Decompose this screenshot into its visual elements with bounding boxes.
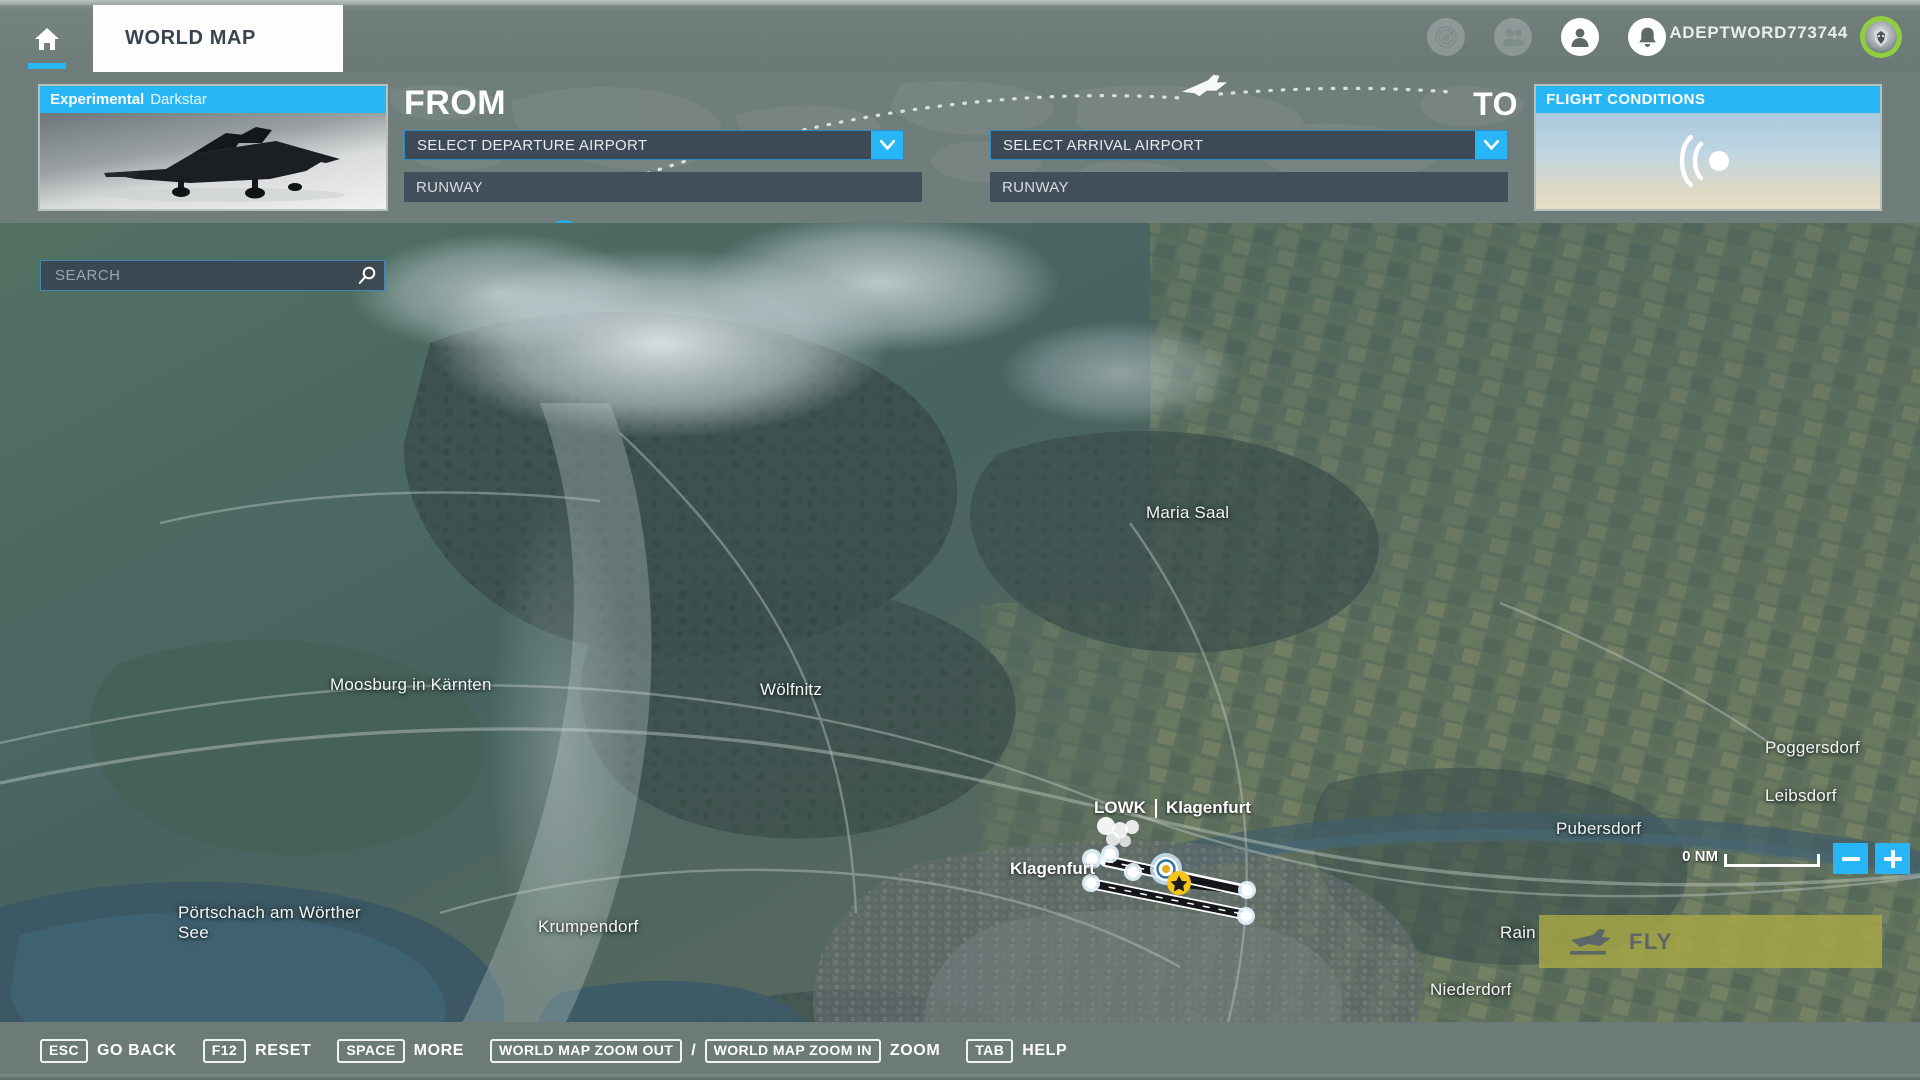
runway-endpoint-marker: [1101, 845, 1119, 863]
username-label: ADEPTWORD773744: [1669, 23, 1848, 42]
keycap-world-map-zoom-in: WORLD MAP ZOOM IN: [704, 1038, 881, 1064]
airport-icao-label: LOWK Klagenfurt: [1094, 798, 1251, 818]
hint-label-go-back: GO BACK: [97, 1042, 177, 1059]
plus-icon: [1883, 849, 1902, 868]
label-divider: [1154, 798, 1157, 818]
departure-airport-select[interactable]: SELECT DEPARTURE AIRPORT: [404, 130, 904, 160]
radar-icon: [1435, 26, 1457, 48]
hint-label-more: MORE: [413, 1042, 465, 1059]
hintbar-edge: [0, 1074, 1920, 1080]
profile-icon: [1571, 28, 1589, 47]
notifications-icon-button[interactable]: [1628, 18, 1666, 56]
map-search-box[interactable]: SEARCH: [40, 260, 385, 291]
avatar[interactable]: [1860, 16, 1902, 58]
darkstar-jet-icon: [104, 127, 345, 202]
flight-conditions-card[interactable]: FLIGHT CONDITIONS: [1534, 84, 1882, 211]
home-button[interactable]: [0, 5, 93, 72]
avatar-image: [1865, 21, 1897, 53]
friends-icon: [1502, 28, 1524, 46]
arrival-runway-value: RUNWAY: [1002, 178, 1069, 196]
minus-icon: [1841, 856, 1860, 861]
arrival-airport-select[interactable]: SELECT ARRIVAL AIRPORT: [990, 130, 1508, 160]
runway-endpoint-marker: [1238, 881, 1256, 899]
hint-reset[interactable]: F12 RESET: [202, 1038, 312, 1064]
keycap-f12: F12: [202, 1038, 247, 1064]
profile-icon-button[interactable]: [1561, 18, 1599, 56]
chevron-down-glyph: [1483, 140, 1499, 150]
hint-help[interactable]: TAB HELP: [966, 1038, 1068, 1064]
chevron-down-icon[interactable]: [1475, 131, 1507, 159]
search-magnifier-glyph: [358, 266, 375, 284]
aircraft-name-label: Darkstar: [150, 91, 207, 108]
chevron-down-glyph: [879, 140, 895, 150]
hint-label-reset: RESET: [255, 1042, 312, 1059]
aircraft-card[interactable]: Experimental Darkstar: [38, 84, 388, 211]
hint-more[interactable]: SPACE MORE: [337, 1038, 465, 1064]
airport-name: Klagenfurt: [1165, 798, 1251, 817]
flight-conditions-title: FLIGHT CONDITIONS: [1536, 86, 1880, 113]
keyboard-hint-bar: ESC GO BACK F12 RESET SPACE MORE WORLD M…: [0, 1022, 1920, 1080]
aircraft-title-bar: Experimental Darkstar: [40, 86, 386, 113]
map-scale-bar: 0 NM: [1682, 848, 1820, 867]
live-weather-broadcast-icon: [1679, 134, 1729, 188]
aircraft-category-label: Experimental: [50, 91, 145, 108]
flight-plan-center: FROM TO SELECT DEPARTURE AIRPORT RUNWAY …: [392, 72, 1530, 223]
radar-icon-button[interactable]: [1427, 18, 1465, 56]
search-icon[interactable]: [350, 266, 384, 285]
search-input[interactable]: SEARCH: [41, 267, 350, 284]
hint-zoom[interactable]: WORLD MAP ZOOM OUT / WORLD MAP ZOOM IN Z…: [490, 1038, 941, 1064]
home-icon: [34, 27, 59, 50]
hint-label-zoom: ZOOM: [889, 1042, 941, 1059]
to-label: TO: [1473, 86, 1518, 122]
keycap-world-map-zoom-out: WORLD MAP ZOOM OUT: [490, 1038, 683, 1064]
keycap-space: SPACE: [337, 1038, 405, 1064]
arrival-runway-field[interactable]: RUNWAY: [990, 172, 1508, 202]
keycap-esc: ESC: [40, 1038, 88, 1064]
takeoff-plane-icon: [1570, 928, 1611, 955]
map-zoom-in-button[interactable]: [1875, 843, 1910, 874]
chevron-down-icon[interactable]: [871, 131, 903, 159]
flight-plan-bar: Experimental Darkstar FROM TO SELECT DEP…: [0, 72, 1920, 223]
runway-strip-east: [1179, 872, 1251, 897]
top-navigation-bar: WORLD MAP ADEPTWORD773744: [0, 0, 1920, 72]
tab-world-map-label: WORLD MAP: [125, 27, 256, 49]
tab-world-map[interactable]: WORLD MAP: [93, 5, 343, 72]
hint-go-back[interactable]: ESC GO BACK: [40, 1038, 177, 1064]
keycap-tab: TAB: [966, 1038, 1014, 1064]
departure-runway-value: RUNWAY: [416, 178, 483, 196]
airport-navaid-cluster: [1097, 817, 1139, 847]
map-zoom-out-button[interactable]: [1833, 843, 1868, 874]
favorite-star-badge: [1167, 871, 1191, 895]
arrival-airport-value: SELECT ARRIVAL AIRPORT: [1003, 136, 1204, 154]
flight-conditions-preview: [1536, 113, 1880, 209]
departure-airport-value: SELECT DEPARTURE AIRPORT: [417, 136, 648, 154]
fly-button[interactable]: FLY: [1539, 915, 1882, 968]
avatar-creature-icon: [1874, 28, 1888, 47]
hint-zoom-separator: /: [691, 1042, 696, 1059]
aircraft-preview-image: [40, 113, 386, 209]
world-map-viewport[interactable]: Maria Saal Moosburg in Kärnten Wölfnitz Pog…: [0, 223, 1920, 1080]
runway-endpoint-marker: [1124, 863, 1142, 881]
home-active-indicator: [28, 63, 66, 69]
from-label: FROM: [404, 84, 507, 122]
friends-icon-button[interactable]: [1494, 18, 1532, 56]
fly-button-label: FLY: [1629, 928, 1673, 954]
city-label-klagenfurt: Klagenfurt: [1010, 859, 1095, 878]
map-scale-ruler: [1724, 854, 1820, 867]
airport-icao-code: LOWK: [1094, 798, 1146, 817]
departure-runway-field[interactable]: RUNWAY: [404, 172, 922, 202]
notifications-bell-icon: [1638, 27, 1656, 47]
hint-label-help: HELP: [1022, 1042, 1068, 1059]
runway-endpoint-marker: [1237, 907, 1255, 925]
map-scale-distance: 0 NM: [1682, 848, 1718, 865]
